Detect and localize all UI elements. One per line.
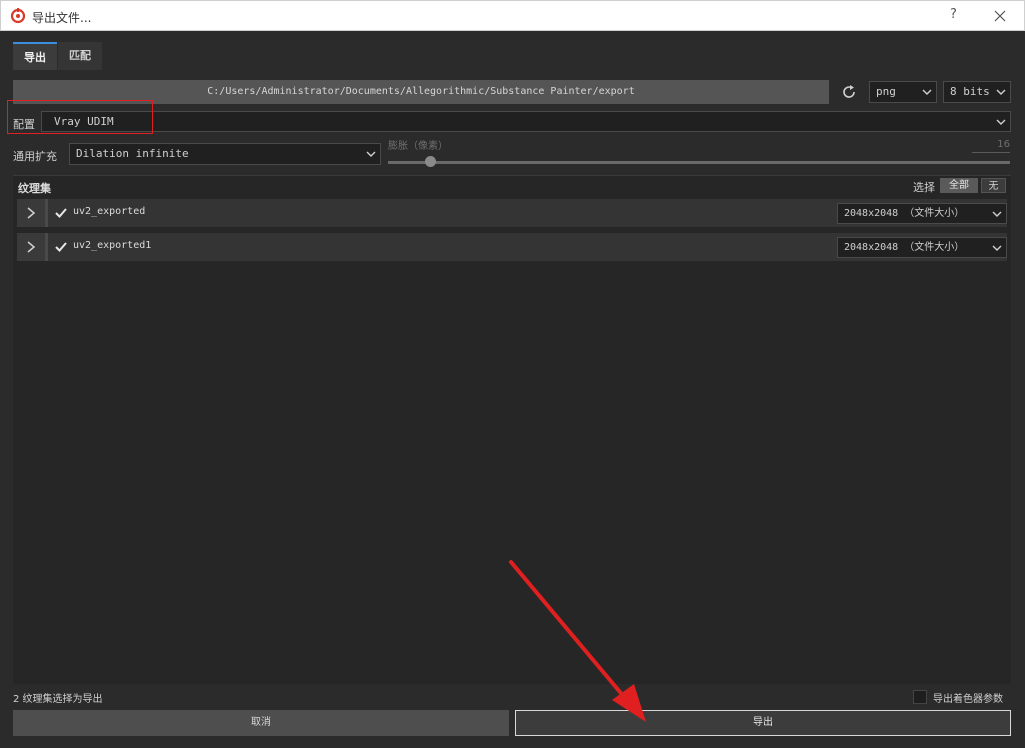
close-icon[interactable] bbox=[991, 7, 1009, 25]
shader-params-checkbox[interactable] bbox=[913, 690, 927, 704]
chevron-down-icon bbox=[992, 211, 1002, 217]
resolution-select[interactable]: 2048x2048 （文件大小） bbox=[837, 237, 1007, 258]
config-highlight-annotation bbox=[7, 100, 153, 134]
dilation-value[interactable]: 16 bbox=[972, 139, 1010, 153]
chevron-right-icon bbox=[27, 241, 36, 253]
substance-painter-logo-icon bbox=[10, 8, 26, 24]
resolution-value: 2048x2048 （文件大小） bbox=[844, 208, 965, 219]
cancel-button[interactable]: 取消 bbox=[13, 710, 509, 736]
padding-select[interactable]: Dilation infinite bbox=[69, 143, 381, 165]
status-text: 2 纹理集选择为导出 bbox=[13, 694, 103, 705]
dilation-slider[interactable] bbox=[388, 161, 1010, 164]
resolution-select[interactable]: 2048x2048 （文件大小） bbox=[837, 203, 1007, 224]
chevron-down-icon bbox=[992, 245, 1002, 251]
help-button[interactable]: ? bbox=[950, 7, 957, 22]
padding-value: Dilation infinite bbox=[76, 147, 189, 160]
resolution-value: 2048x2048 （文件大小） bbox=[844, 242, 965, 253]
texture-set-title: 纹理集 bbox=[18, 182, 51, 195]
texture-set-row: uv2_exported1 2048x2048 （文件大小） bbox=[17, 233, 1007, 261]
config-select[interactable]: Vray UDIM bbox=[41, 111, 1011, 132]
window-title: 导出文件... bbox=[32, 11, 92, 25]
expand-button[interactable] bbox=[17, 233, 45, 261]
tab-export[interactable]: 导出 bbox=[13, 42, 57, 70]
chevron-down-icon bbox=[366, 151, 376, 157]
export-button[interactable]: 导出 bbox=[515, 710, 1011, 736]
tab-match[interactable]: 匹配 bbox=[58, 42, 102, 70]
chevron-down-icon bbox=[922, 89, 932, 95]
dilation-label: 膨胀（像素） bbox=[388, 141, 448, 152]
chevron-down-icon bbox=[996, 119, 1006, 125]
title-bar: 导出文件... ? bbox=[0, 0, 1025, 31]
format-select[interactable]: png bbox=[869, 81, 937, 103]
texture-set-name: uv2_exported bbox=[73, 206, 146, 217]
shader-params-label: 导出着色器参数 bbox=[933, 694, 1003, 705]
select-label: 选择 bbox=[913, 181, 935, 194]
chevron-right-icon bbox=[27, 207, 36, 219]
bit-depth-value: 8 bits bbox=[950, 85, 990, 98]
chevron-down-icon bbox=[996, 89, 1006, 95]
bit-depth-select[interactable]: 8 bits bbox=[943, 81, 1011, 103]
format-value: png bbox=[876, 85, 896, 98]
texture-set-name: uv2_exported1 bbox=[73, 240, 152, 251]
row-divider bbox=[45, 233, 48, 261]
dilation-slider-handle[interactable] bbox=[425, 156, 436, 167]
padding-label: 通用扩充 bbox=[13, 150, 57, 163]
refresh-icon[interactable] bbox=[840, 83, 858, 101]
expand-button[interactable] bbox=[17, 199, 45, 227]
select-none-button[interactable]: 无 bbox=[981, 178, 1006, 193]
texture-set-header: 纹理集 选择 全部 无 bbox=[13, 176, 1011, 196]
row-divider bbox=[45, 199, 48, 227]
checkmark-icon[interactable] bbox=[55, 207, 67, 219]
checkmark-icon[interactable] bbox=[55, 241, 67, 253]
texture-set-row: uv2_exported 2048x2048 （文件大小） bbox=[17, 199, 1007, 227]
select-all-button[interactable]: 全部 bbox=[940, 178, 978, 193]
